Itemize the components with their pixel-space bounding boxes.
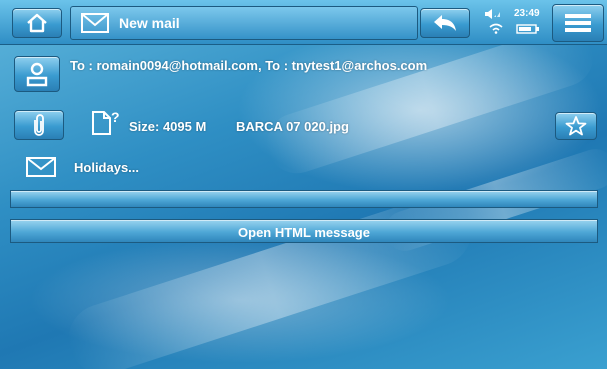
status-area: 23:49 <box>478 6 548 38</box>
paperclip-icon <box>31 114 47 136</box>
contact-button[interactable] <box>14 56 60 92</box>
attachment-button[interactable] <box>14 110 64 140</box>
attachment-name[interactable]: BARCA 07 020.jpg <box>236 119 349 134</box>
attachment-size: Size: 4095 M <box>129 119 207 134</box>
subject-envelope-icon <box>26 157 56 177</box>
clock-time: 23:49 <box>514 8 540 19</box>
back-arrow-icon <box>432 13 458 33</box>
home-button[interactable] <box>12 8 62 38</box>
volume-icon <box>484 9 502 19</box>
menu-button[interactable] <box>552 4 604 42</box>
recipients-text: To : romain0094@hotmail.com, To : tnytes… <box>70 58 428 73</box>
contact-icon <box>26 61 48 87</box>
star-icon <box>565 115 587 137</box>
home-icon <box>26 12 48 34</box>
svg-text:?: ? <box>111 110 120 125</box>
message-body-bar <box>10 190 598 208</box>
subject-text: Holidays... <box>74 160 140 175</box>
mail-screen: New mail 23:49 To: romain0094@hotmail.c… <box>0 0 607 369</box>
battery-icon <box>516 24 540 34</box>
wifi-icon <box>488 22 504 34</box>
top-bar: New mail 23:49 <box>0 0 607 45</box>
envelope-icon <box>81 13 109 33</box>
menu-icon <box>565 13 591 33</box>
title-box: New mail <box>70 6 418 40</box>
open-html-label: Open HTML message <box>238 225 370 240</box>
open-html-button[interactable]: Open HTML message <box>10 219 598 243</box>
page-title: New mail <box>119 15 180 31</box>
back-button[interactable] <box>420 8 470 38</box>
favorite-button[interactable] <box>555 112 597 140</box>
unknown-file-icon: ? <box>90 110 122 136</box>
